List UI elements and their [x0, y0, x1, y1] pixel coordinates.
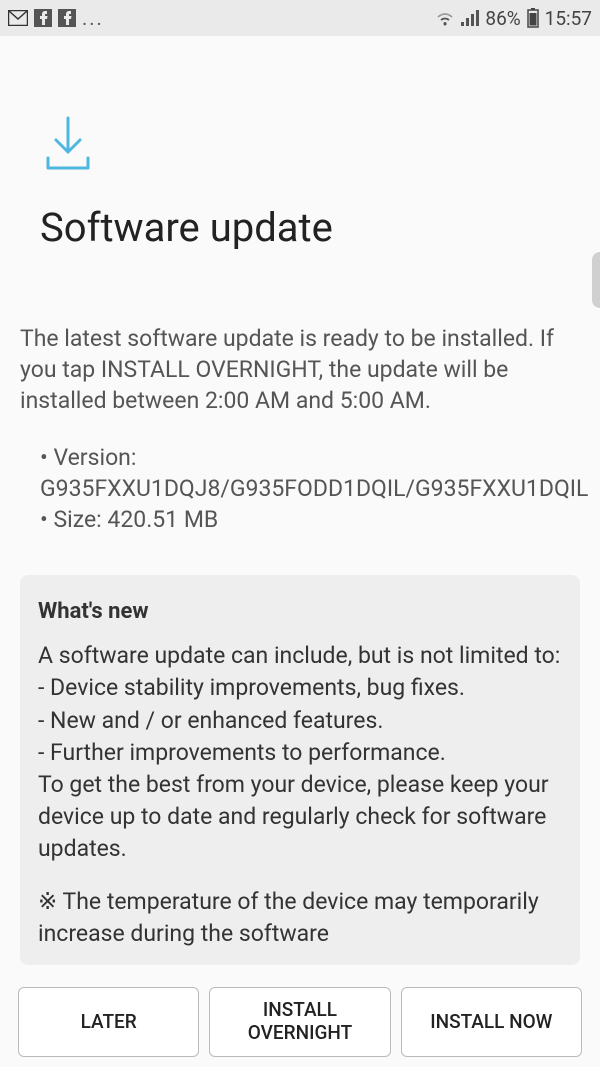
status-bar: ... 86% 15:57: [0, 0, 600, 36]
whats-new-title: What's new: [38, 599, 562, 624]
status-left: ...: [8, 6, 104, 30]
clock: 15:57: [545, 7, 592, 30]
facebook-icon: [34, 9, 52, 27]
whats-new-body: A software update can include, but is no…: [38, 640, 562, 865]
size-line: • Size: 420.51 MB: [40, 504, 580, 535]
button-bar: LATER INSTALLOVERNIGHT INSTALL NOW: [0, 987, 600, 1057]
scroll-handle[interactable]: [592, 252, 600, 308]
main-content[interactable]: Software update The latest software upda…: [0, 116, 600, 965]
facebook-icon: [58, 9, 76, 27]
wifi-icon: [435, 10, 455, 26]
whats-new-card: What's new A software update can include…: [20, 575, 580, 965]
more-notifications-ellipsis: ...: [82, 6, 104, 30]
whats-new-footnote: ※ The temperature of the device may temp…: [38, 886, 562, 950]
download-icon: [44, 116, 580, 176]
status-right: 86% 15:57: [435, 7, 592, 30]
update-description: The latest software update is ready to b…: [20, 323, 580, 416]
install-now-button[interactable]: INSTALL NOW: [401, 987, 582, 1057]
battery-icon: [527, 8, 539, 28]
page-title: Software update: [40, 204, 580, 251]
version-line: • Version: G935FXXU1DQJ8/G935FODD1DQIL/G…: [40, 442, 580, 504]
install-overnight-button[interactable]: INSTALLOVERNIGHT: [209, 987, 390, 1057]
update-details: • Version: G935FXXU1DQJ8/G935FODD1DQIL/G…: [20, 442, 580, 535]
gmail-icon: [8, 10, 28, 26]
later-button[interactable]: LATER: [18, 987, 199, 1057]
signal-icon: [461, 10, 479, 26]
battery-percentage: 86%: [485, 7, 520, 30]
